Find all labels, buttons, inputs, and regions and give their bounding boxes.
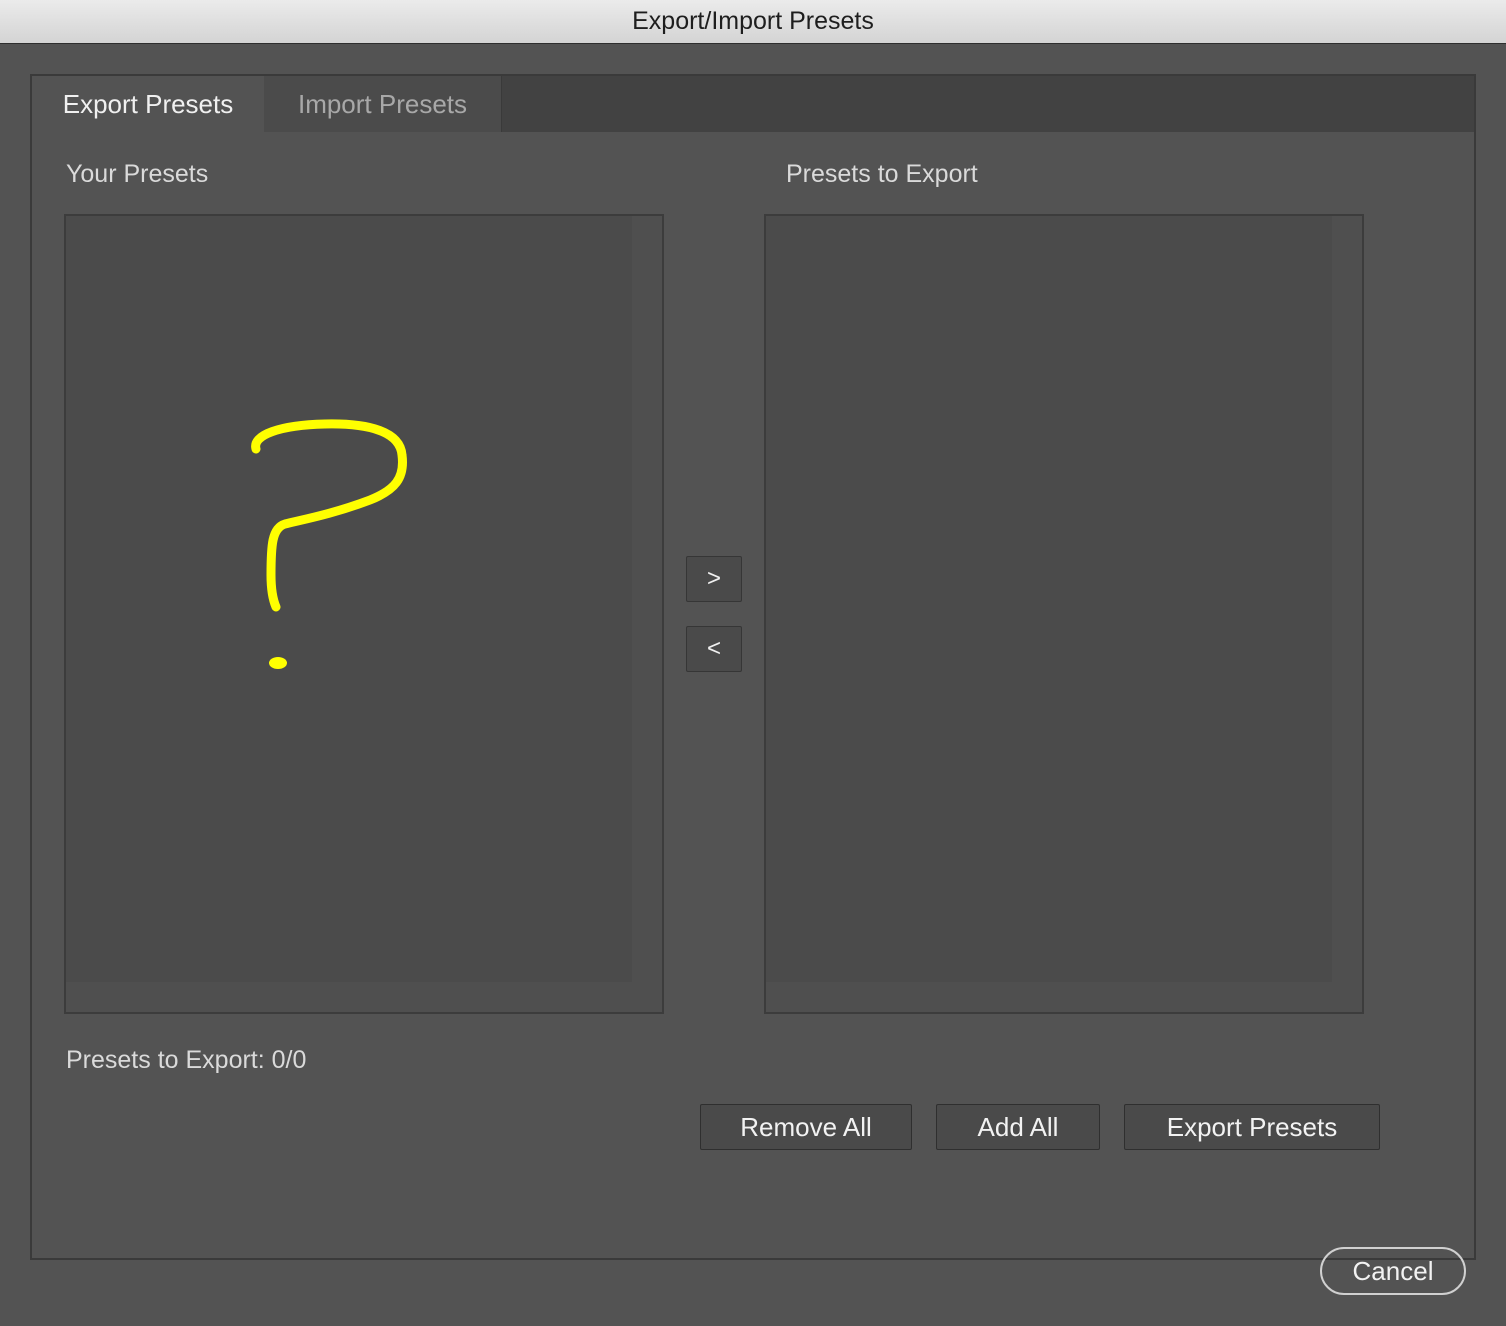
- question-mark-annotation-icon: [251, 419, 408, 669]
